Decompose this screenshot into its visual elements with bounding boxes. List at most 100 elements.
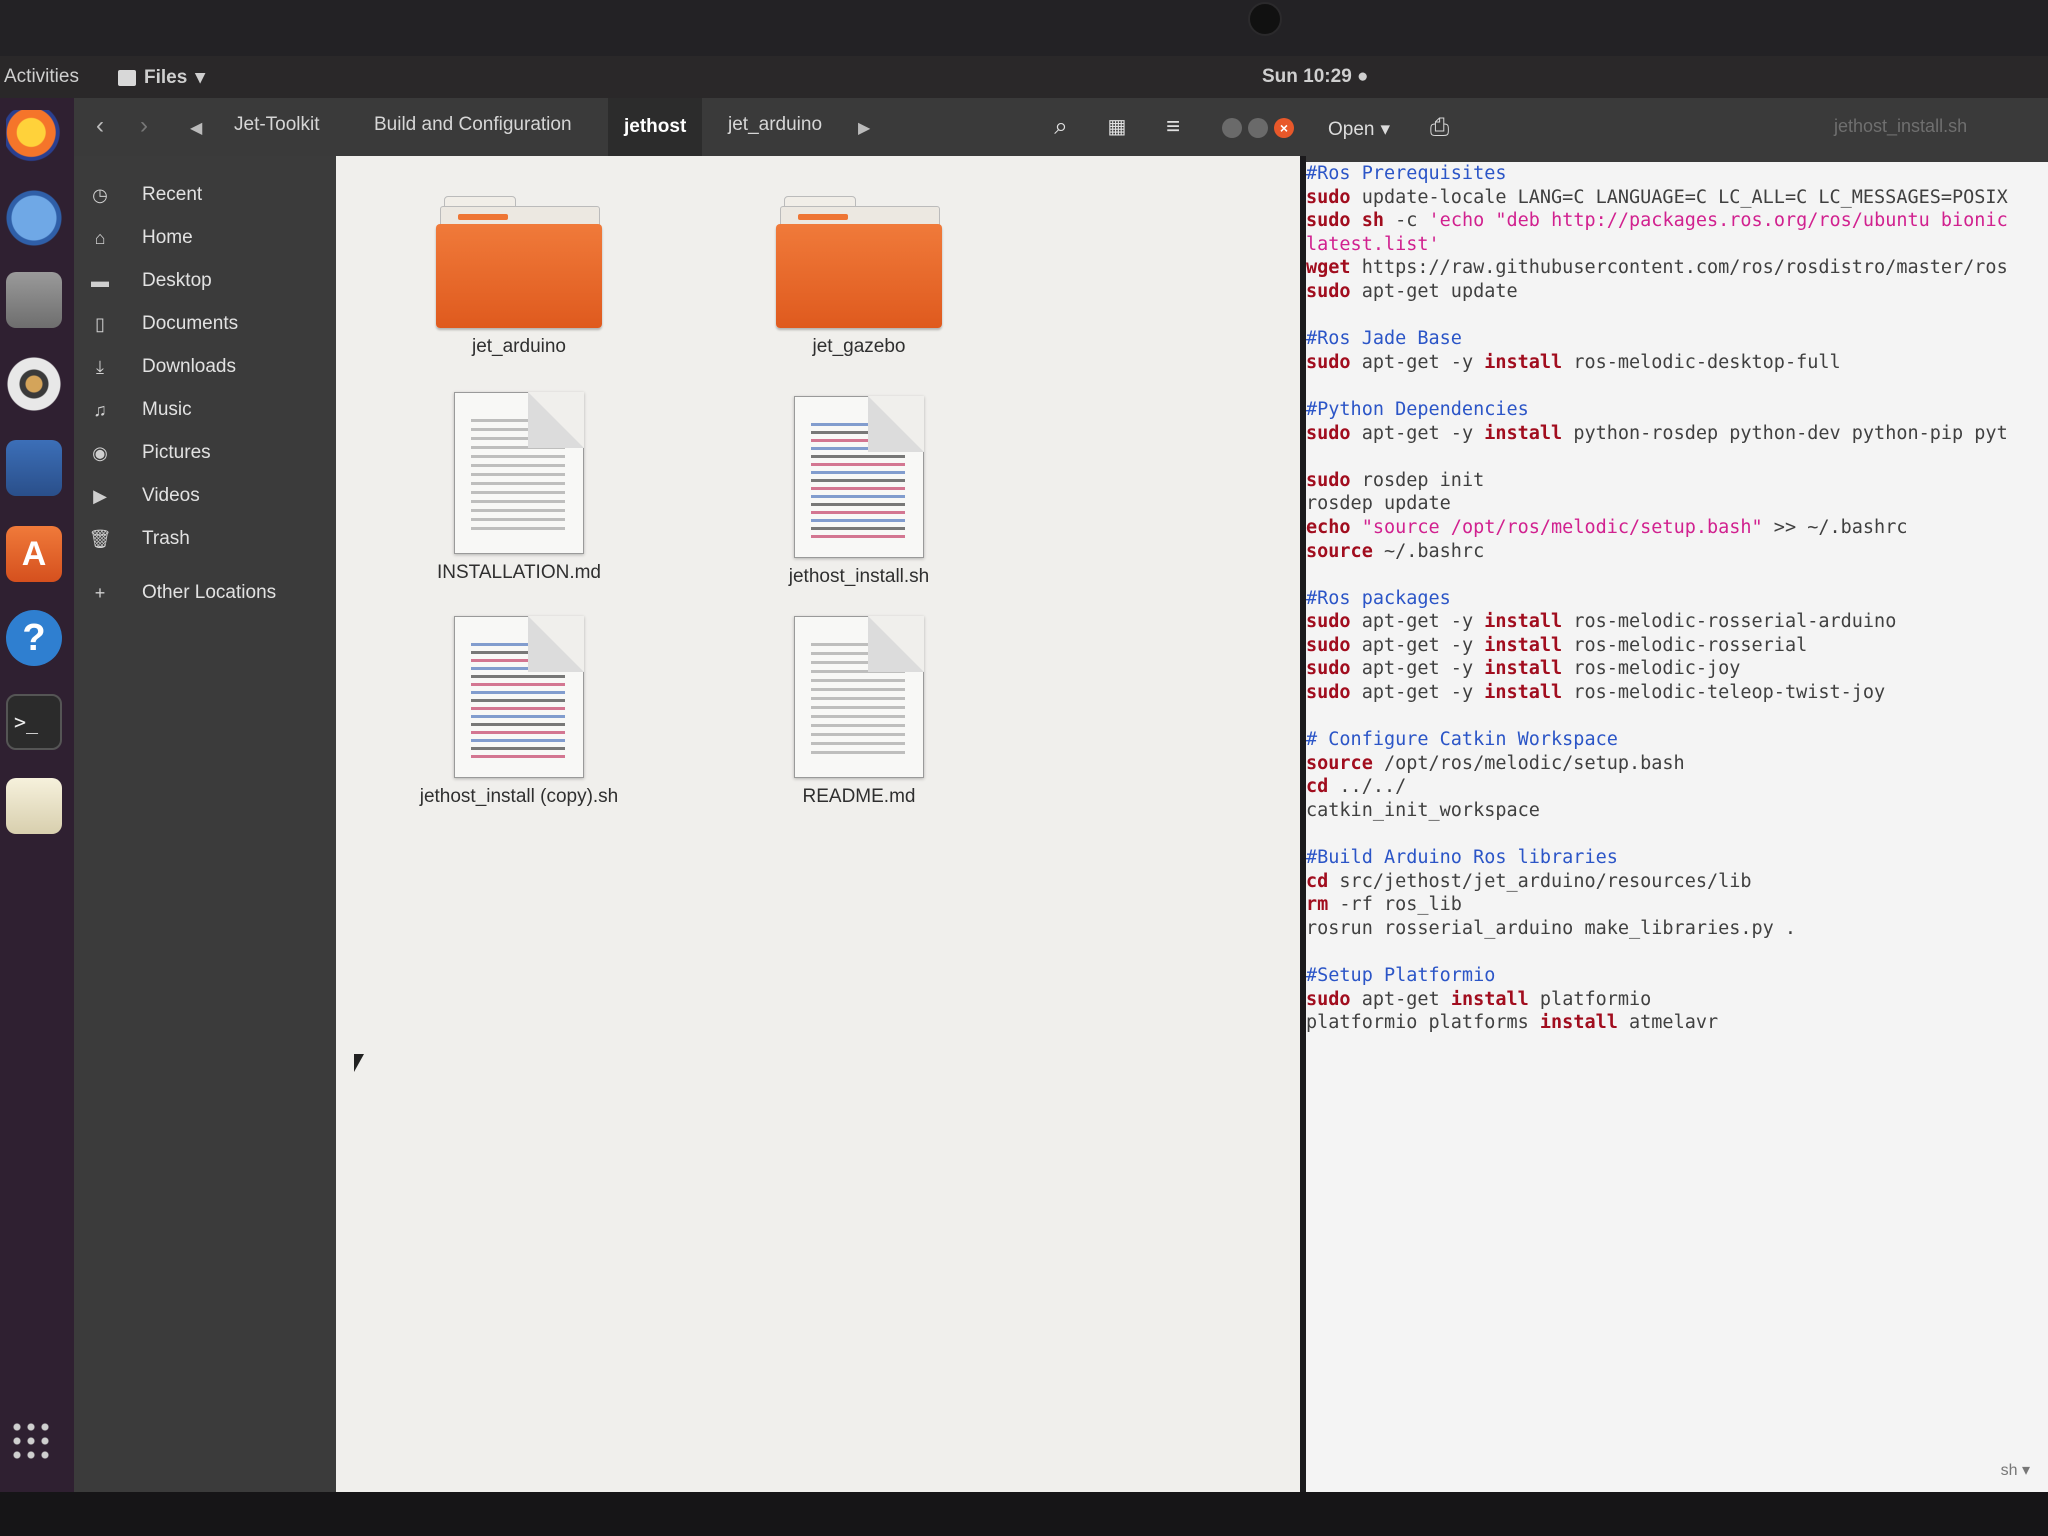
breadcrumb-item-active[interactable]: jethost bbox=[608, 98, 703, 156]
document-icon: ▯ bbox=[95, 313, 105, 334]
code-line[interactable]: sudo apt-get -y install ros-melodic-ross… bbox=[1306, 634, 2008, 658]
view-toggle-icon[interactable]: ▦ bbox=[1100, 110, 1134, 144]
breadcrumb-scroll-left-icon[interactable]: ◀ bbox=[190, 118, 202, 138]
code-line[interactable]: source ~/.bashrc bbox=[1306, 540, 2008, 564]
code-keyword: sudo bbox=[1306, 611, 1351, 633]
code-line[interactable]: rm -rf ros_lib bbox=[1306, 893, 2008, 917]
code-line[interactable]: rosdep update bbox=[1306, 492, 2008, 516]
file-item-document[interactable]: README.md bbox=[729, 616, 989, 808]
code-line[interactable]: #Ros packages bbox=[1306, 587, 2008, 611]
code-line[interactable]: sudo rosdep init bbox=[1306, 469, 2008, 493]
file-item-document[interactable]: INSTALLATION.md bbox=[389, 392, 649, 584]
sidebar-item-videos[interactable]: ▶ Videos bbox=[74, 475, 336, 517]
forward-arrow-icon[interactable]: › bbox=[140, 112, 148, 140]
sidebar-item-pictures[interactable]: ◉ Pictures bbox=[74, 432, 336, 474]
sidebar-item-desktop[interactable]: ▬ Desktop bbox=[74, 260, 336, 302]
code-line[interactable]: sudo apt-get -y install ros-melodic-ross… bbox=[1306, 610, 2008, 634]
file-name: jethost_install.sh bbox=[788, 566, 930, 587]
files-sidebar: ◷ Recent ⌂ Home ▬ Desktop ▯ Documents ⤓ … bbox=[74, 156, 336, 1492]
code-text: ros-melodic-joy bbox=[1562, 658, 1741, 680]
code-text: rosdep init bbox=[1350, 469, 1485, 491]
code-line[interactable]: cd src/jethost/jet_arduino/resources/lib bbox=[1306, 870, 2008, 894]
maximize-button[interactable] bbox=[1248, 118, 1268, 138]
sidebar-item-documents[interactable]: ▯ Documents bbox=[74, 303, 336, 345]
open-button[interactable]: Open ▾ bbox=[1328, 118, 1390, 141]
code-text: ros-melodic-desktop-full bbox=[1562, 351, 1841, 373]
code-line[interactable]: sudo update-locale LANG=C LANGUAGE=C LC_… bbox=[1306, 186, 2008, 210]
code-line[interactable]: cd ../../ bbox=[1306, 775, 2008, 799]
rhythmbox-icon[interactable] bbox=[6, 356, 62, 412]
sidebar-item-trash[interactable]: 🗑 Trash bbox=[74, 518, 336, 560]
code-line[interactable]: sudo apt-get -y install ros-melodic-joy bbox=[1306, 657, 2008, 681]
thunderbird-icon[interactable] bbox=[6, 190, 62, 246]
code-line[interactable]: sudo sh -c 'echo "deb http://packages.ro… bbox=[1306, 209, 2008, 233]
sidebar-item-recent[interactable]: ◷ Recent bbox=[74, 174, 336, 216]
code-line[interactable]: catkin_init_workspace bbox=[1306, 799, 2008, 823]
terminal-icon[interactable]: >_ bbox=[6, 694, 62, 750]
sidebar-item-other-locations[interactable]: + Other Locations bbox=[74, 572, 336, 614]
code-view[interactable]: #Ros Prerequisites sudo update-locale LAN… bbox=[1306, 162, 2008, 1035]
code-line[interactable]: #Ros Prerequisites bbox=[1306, 162, 2008, 186]
help-icon[interactable]: ? bbox=[6, 610, 62, 666]
firefox-icon[interactable] bbox=[6, 110, 62, 166]
files-icon[interactable] bbox=[6, 272, 62, 328]
sidebar-item-label: Videos bbox=[142, 485, 200, 506]
minimize-button[interactable] bbox=[1222, 118, 1242, 138]
new-document-icon[interactable]: ⎙ bbox=[1430, 114, 1449, 142]
activities-button[interactable]: Activities bbox=[4, 66, 79, 88]
code-line[interactable] bbox=[1306, 304, 2008, 328]
code-line[interactable]: echo "source /opt/ros/melodic/setup.bash… bbox=[1306, 516, 2008, 540]
menu-icon[interactable]: ≡ bbox=[1156, 110, 1190, 144]
code-line[interactable]: #Setup Platformio bbox=[1306, 964, 2008, 988]
sidebar-item-downloads[interactable]: ⤓ Downloads bbox=[74, 346, 336, 388]
code-line[interactable]: # Configure Catkin Workspace bbox=[1306, 728, 2008, 752]
back-arrow-icon[interactable]: ‹ bbox=[96, 112, 104, 140]
software-icon[interactable]: A bbox=[6, 526, 62, 582]
code-keyword: sudo bbox=[1306, 469, 1351, 491]
code-line[interactable] bbox=[1306, 445, 2008, 469]
code-line[interactable] bbox=[1306, 941, 2008, 965]
code-line[interactable]: sudo apt-get -y install python-rosdep py… bbox=[1306, 422, 2008, 446]
code-text: apt-get -y bbox=[1350, 658, 1485, 680]
code-text: apt-get -y bbox=[1350, 634, 1485, 656]
language-selector[interactable]: sh ▾ bbox=[2001, 1460, 2030, 1480]
file-item-folder[interactable]: jet_gazebo bbox=[729, 196, 989, 358]
show-applications-icon[interactable] bbox=[10, 1420, 54, 1464]
code-line[interactable]: sudo apt-get update bbox=[1306, 280, 2008, 304]
code-text: ros-melodic-rosserial-arduino bbox=[1562, 611, 1897, 633]
text-editor-icon[interactable] bbox=[6, 778, 62, 834]
file-item-script[interactable]: jethost_install.sh bbox=[729, 396, 989, 588]
app-menu-files[interactable]: Files ▾ bbox=[118, 66, 205, 89]
code-line[interactable]: source /opt/ros/melodic/setup.bash bbox=[1306, 752, 2008, 776]
code-line[interactable]: platformio platforms install atmelavr bbox=[1306, 1011, 2008, 1035]
search-icon[interactable]: ⌕ bbox=[1044, 110, 1078, 144]
code-line[interactable]: latest.list' bbox=[1306, 233, 2008, 257]
code-line[interactable] bbox=[1306, 705, 2008, 729]
file-item-script[interactable]: jethost_install (copy).sh bbox=[389, 616, 649, 808]
code-line[interactable]: #Python Dependencies bbox=[1306, 398, 2008, 422]
editor-headerbar: Open ▾ ⎙ jethost_install.sh bbox=[1306, 98, 2048, 162]
screen-bezel-top bbox=[0, 0, 2048, 56]
file-item-folder[interactable]: jet_arduino bbox=[389, 196, 649, 358]
editor-text-area[interactable]: #Ros Prerequisites sudo update-locale LAN… bbox=[1306, 162, 2048, 1492]
code-line[interactable]: #Ros Jade Base bbox=[1306, 327, 2008, 351]
code-line[interactable] bbox=[1306, 563, 2008, 587]
code-keyword: source bbox=[1306, 540, 1373, 562]
code-line[interactable]: rosrun rosserial_arduino make_libraries.… bbox=[1306, 917, 2008, 941]
code-line[interactable]: #Build Arduino Ros libraries bbox=[1306, 846, 2008, 870]
code-line[interactable]: sudo apt-get -y install ros-melodic-tele… bbox=[1306, 681, 2008, 705]
sidebar-item-music[interactable]: ♫ Music bbox=[74, 389, 336, 431]
code-line[interactable]: sudo apt-get install platformio bbox=[1306, 988, 2008, 1012]
clock[interactable]: Sun 10:29 ● bbox=[1262, 66, 1369, 88]
close-button[interactable]: × bbox=[1274, 118, 1294, 138]
breadcrumb-item[interactable]: Jet-Toolkit bbox=[234, 114, 320, 136]
code-line[interactable] bbox=[1306, 374, 2008, 398]
breadcrumb-item[interactable]: Build and Configuration bbox=[374, 114, 572, 136]
libreoffice-writer-icon[interactable] bbox=[6, 440, 62, 496]
code-line[interactable]: sudo apt-get -y install ros-melodic-desk… bbox=[1306, 351, 2008, 375]
breadcrumb-item[interactable]: jet_arduino bbox=[728, 114, 822, 136]
sidebar-item-home[interactable]: ⌂ Home bbox=[74, 217, 336, 259]
code-line[interactable] bbox=[1306, 823, 2008, 847]
breadcrumb-scroll-right-icon[interactable]: ▶ bbox=[858, 118, 870, 138]
code-line[interactable]: wget https://raw.githubusercontent.com/r… bbox=[1306, 256, 2008, 280]
